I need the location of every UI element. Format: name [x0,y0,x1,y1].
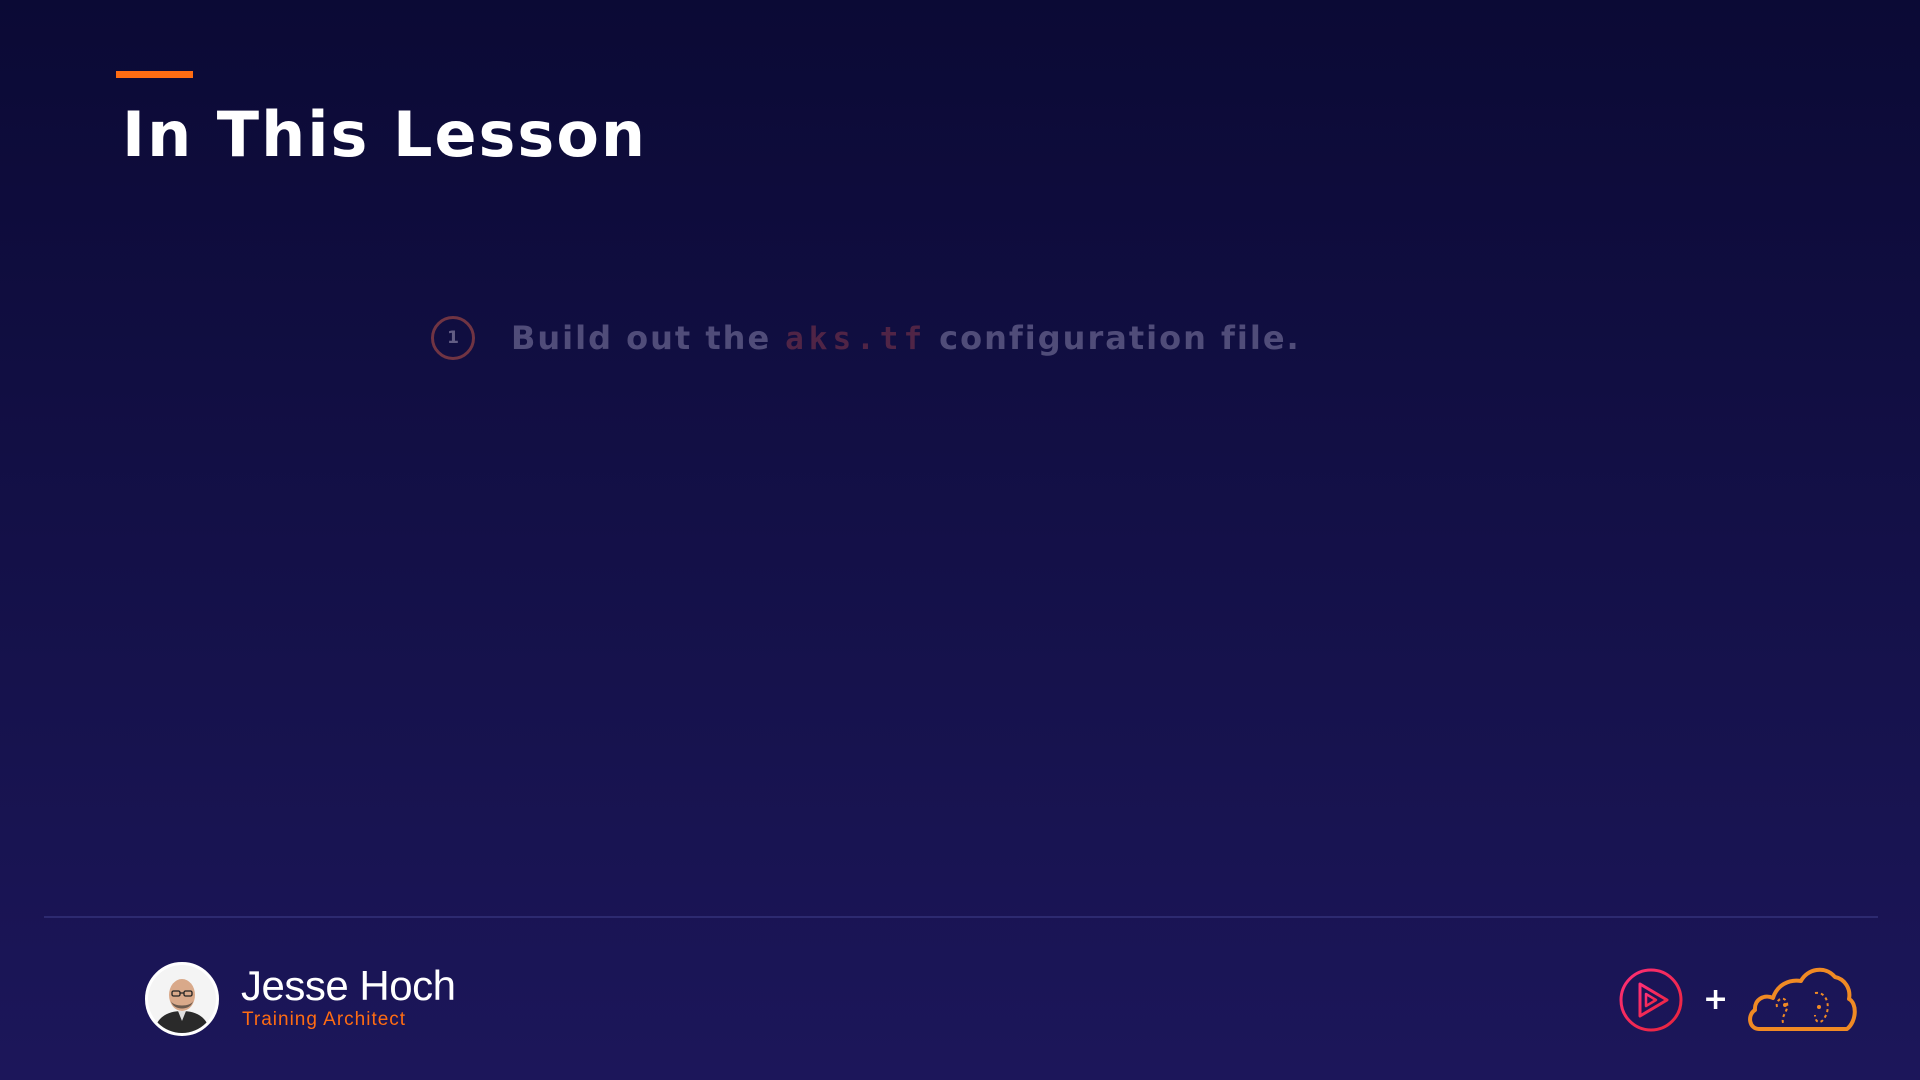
presenter-name: Jesse Hoch [241,962,456,1009]
title-accent-bar [116,71,193,78]
pluralsight-play-icon [1619,968,1683,1032]
presenter-role: Training Architect [242,1009,407,1030]
a-cloud-guru-cloud-icon [1748,967,1857,1031]
presenter-photo-icon [148,965,216,1033]
objective-text-after: configuration file. [939,319,1301,357]
plus-sign: + [1703,982,1729,1017]
objective-code: aks.tf [785,321,928,357]
footer-divider [44,916,1878,918]
step-number-badge: 1 [431,316,475,360]
slide-title: In This Lesson [122,98,648,171]
objective-text-before: Build out the [511,319,772,357]
objective-text: Build out the aks.tf configuration file. [511,319,1301,357]
objective-item: 1 Build out the aks.tf configuration file. [431,314,1301,362]
presenter-avatar [145,962,219,1036]
